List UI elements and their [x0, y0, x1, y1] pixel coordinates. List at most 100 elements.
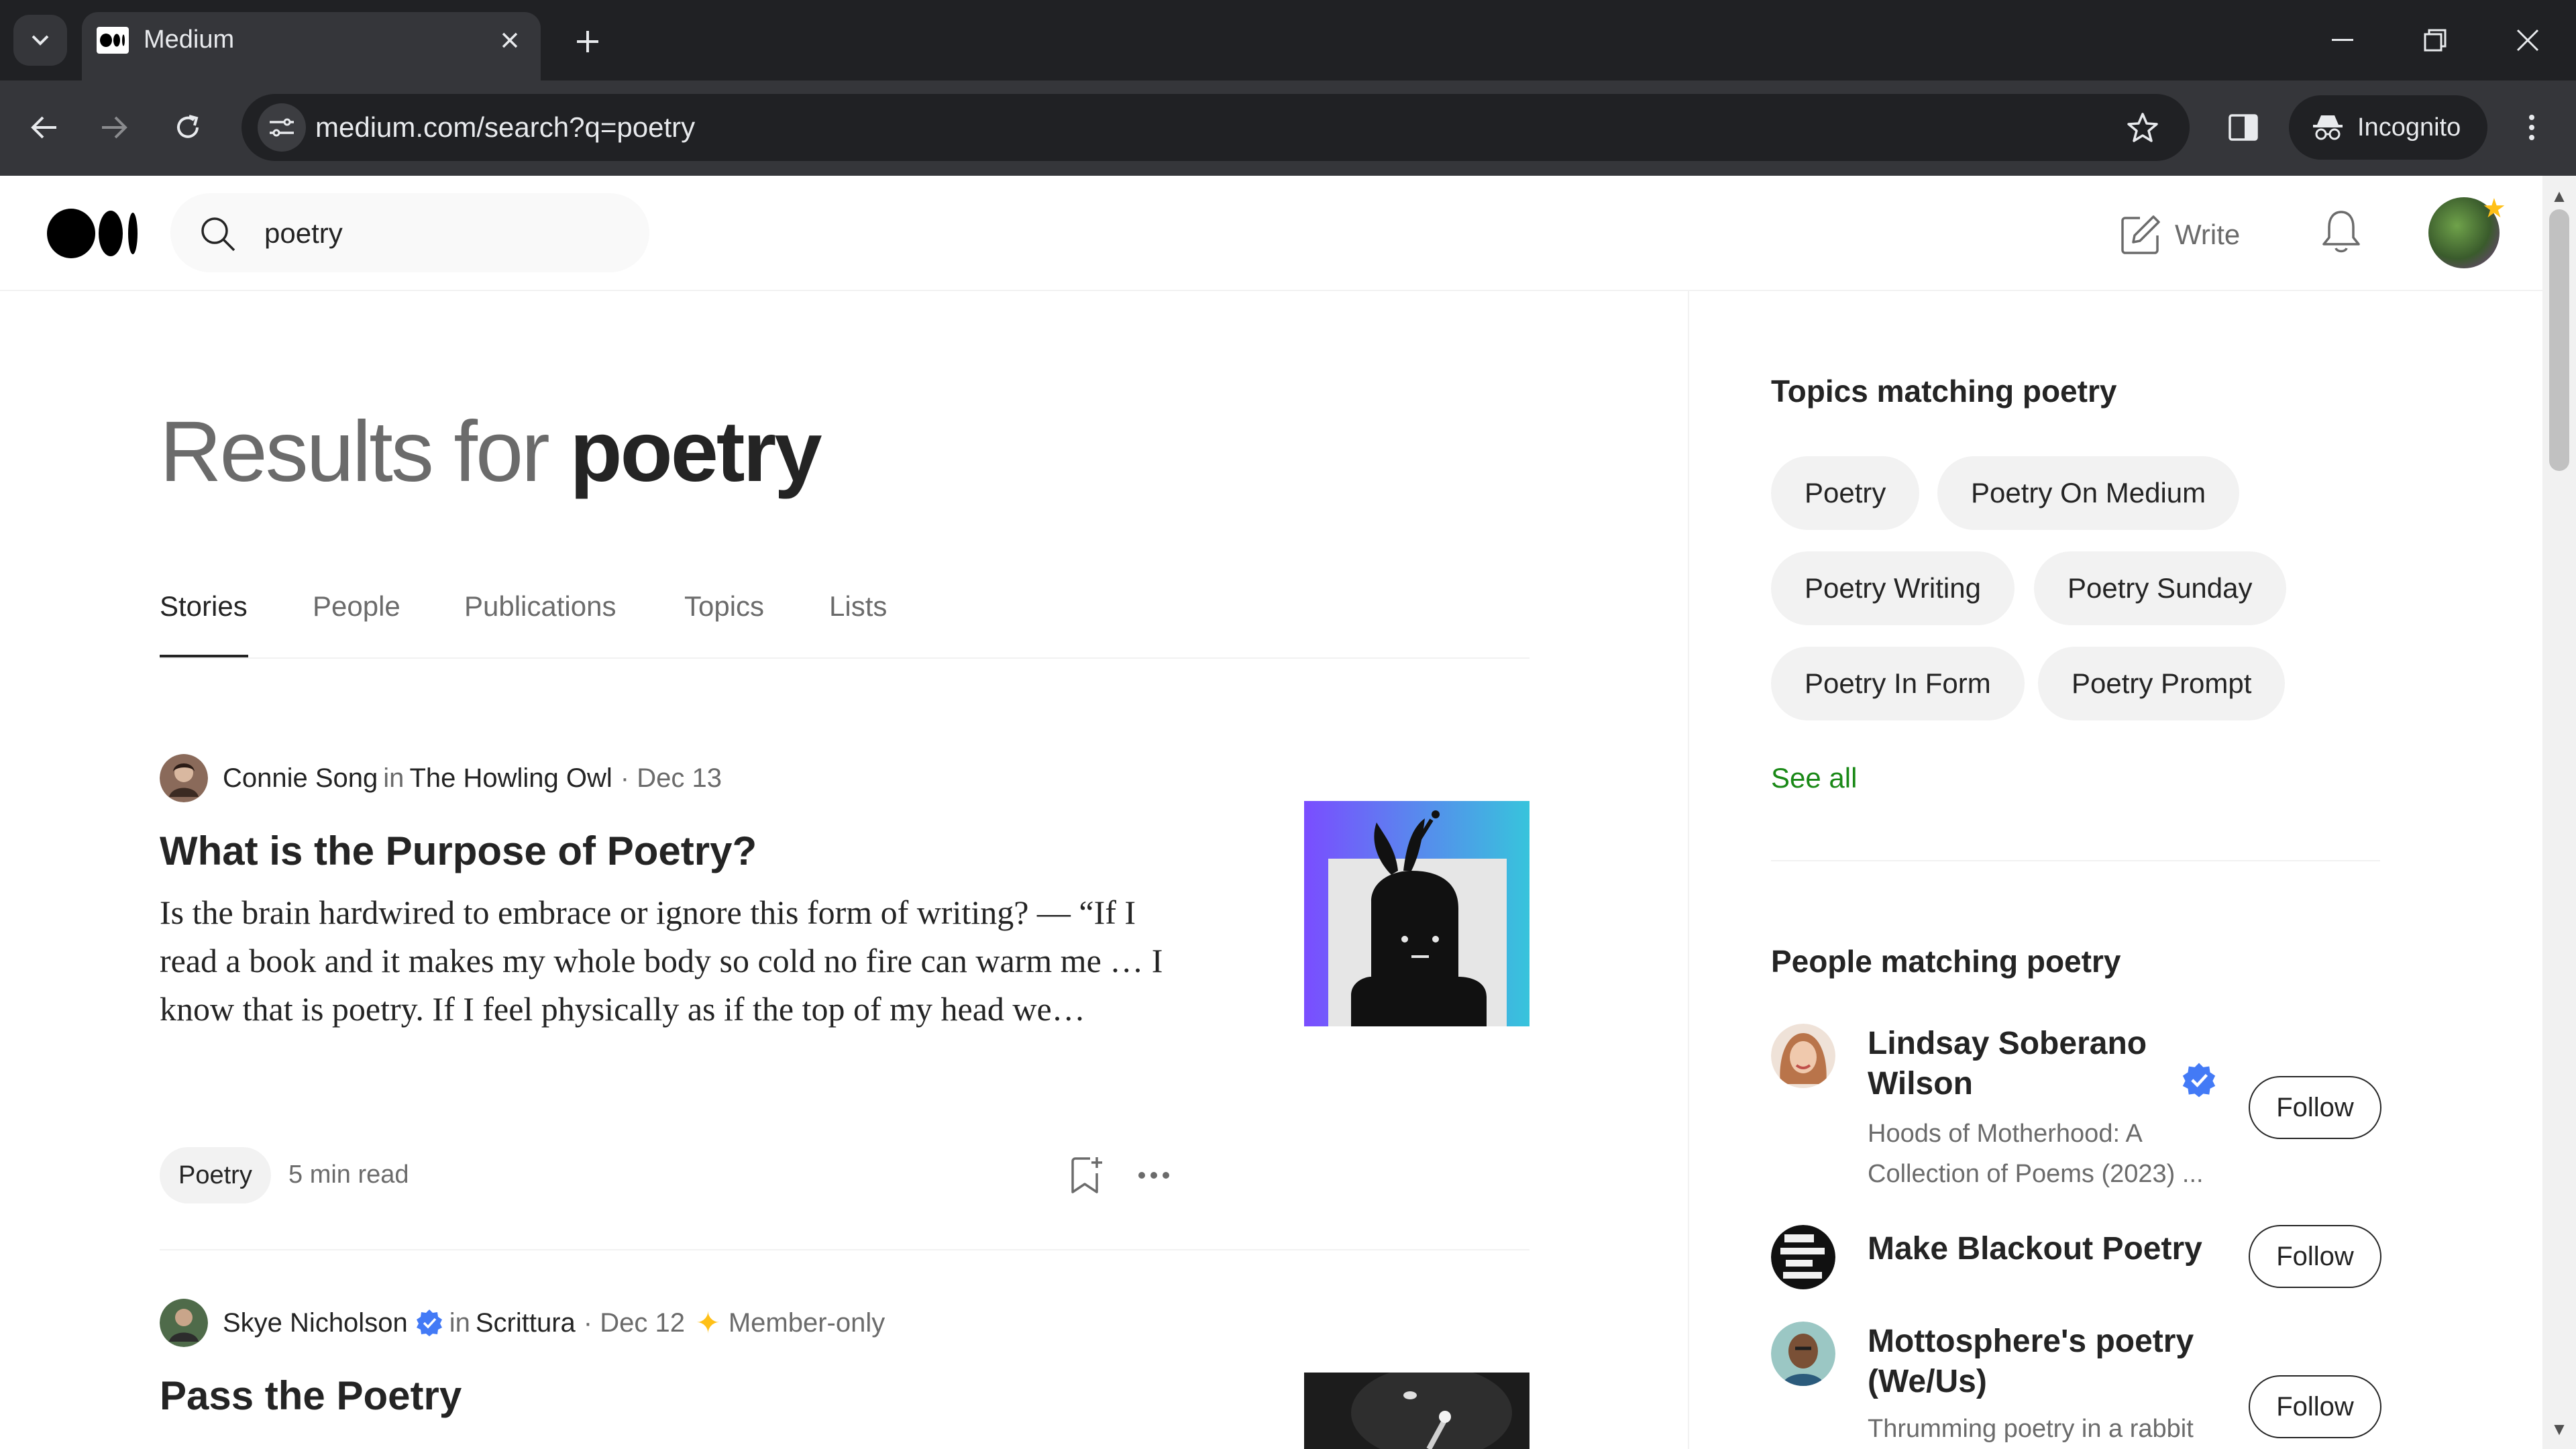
story-thumbnail[interactable] [1304, 1373, 1529, 1449]
story-meta: Connie Song in The Howling Owl · Dec 13 [160, 754, 722, 802]
story-title[interactable]: What is the Purpose of Poetry? [160, 828, 757, 874]
minimize-icon[interactable] [2316, 13, 2369, 67]
story-date: · Dec 12 [583, 1307, 685, 1338]
medium-header: Write ★ [0, 176, 2542, 291]
person-bio: Hoods of Motherhood: A Collection of Poe… [1868, 1120, 2204, 1188]
side-panel-icon[interactable] [2216, 101, 2270, 154]
incognito-label: Incognito [2357, 113, 2461, 142]
story-in-label: in [383, 763, 405, 793]
story-title[interactable]: Pass the Poetry [160, 1373, 462, 1419]
story-author[interactable]: Skye Nicholson [223, 1308, 408, 1338]
write-icon [2121, 215, 2160, 254]
story-divider [160, 1249, 1529, 1250]
back-arrow-icon[interactable] [17, 101, 71, 154]
story-meta: Skye Nicholson in Scrittura · Dec 12 ✦ M… [160, 1299, 885, 1347]
person-bio: Thrumming poetry in a rabbit [1868, 1415, 2194, 1443]
follow-button[interactable]: Follow [2249, 1076, 2381, 1139]
member-only-label: Member-only [728, 1307, 885, 1338]
member-only-star-icon: ✦ [695, 1306, 720, 1340]
follow-button[interactable]: Follow [2249, 1225, 2381, 1288]
page-scrollbar[interactable]: ▲ ▼ [2542, 176, 2576, 1449]
scroll-up-arrow-icon[interactable]: ▲ [2542, 182, 2576, 209]
author-avatar[interactable] [160, 754, 208, 802]
story-thumbnail[interactable] [1304, 801, 1529, 1026]
close-tab-icon[interactable] [494, 24, 526, 56]
write-button[interactable]: Write [2120, 208, 2240, 262]
follow-button[interactable]: Follow [2249, 1375, 2381, 1438]
topic-pill[interactable]: Poetry Writing [1771, 551, 2015, 625]
person-name[interactable]: Mottosphere's poetry (We/Us) [1868, 1322, 2243, 1402]
active-tab-indicator [160, 655, 248, 657]
story-tag[interactable]: Poetry [160, 1147, 271, 1203]
verified-badge-icon [2182, 1063, 2216, 1097]
person-name[interactable]: Make Blackout Poetry [1868, 1229, 2243, 1269]
person-avatar[interactable] [1771, 1024, 1835, 1088]
story-footer: Poetry 5 min read [160, 1147, 1179, 1203]
story-read-time: 5 min read [288, 1161, 409, 1189]
notifications-bell-icon[interactable] [2317, 207, 2365, 258]
more-options-icon[interactable] [1132, 1152, 1175, 1198]
incognito-icon [2313, 115, 2343, 140]
story-publication[interactable]: Scrittura [476, 1308, 576, 1338]
bookmark-star-icon[interactable] [2123, 107, 2163, 148]
story-snippet[interactable]: Is the brain hardwired to embrace or ign… [160, 888, 1193, 1033]
person-avatar[interactable] [1771, 1322, 1835, 1386]
story-card[interactable]: Skye Nicholson in Scrittura · Dec 12 ✦ M… [160, 1299, 1529, 1449]
person-item: Make Blackout Poetry Follow [1771, 1225, 2381, 1292]
site-info-icon[interactable] [258, 103, 306, 152]
topic-pill[interactable]: Poetry In Form [1771, 647, 2025, 720]
chevron-down-icon [32, 35, 49, 46]
story-author[interactable]: Connie Song [223, 763, 378, 794]
browser-tab[interactable]: Medium [82, 12, 541, 82]
restore-icon[interactable] [2408, 13, 2462, 67]
story-card[interactable]: Connie Song in The Howling Owl · Dec 13 … [160, 754, 1529, 1224]
incognito-indicator[interactable]: Incognito [2289, 95, 2487, 160]
topic-pill[interactable]: Poetry On Medium [1937, 456, 2240, 530]
tab-search-button[interactable] [13, 15, 67, 66]
browser-toolbar: medium.com/search?q=poetry Incognito [0, 80, 2576, 176]
person-item: Mottosphere's poetry (We/Us) Thrumming p… [1771, 1322, 2381, 1449]
member-star-icon: ★ [2482, 194, 2506, 223]
author-avatar[interactable] [160, 1299, 208, 1347]
results-heading-query: poetry [570, 404, 822, 500]
forward-arrow-icon[interactable] [87, 101, 141, 154]
results-tabs: Stories People Publications Topics Lists [160, 577, 1529, 659]
tab-topics[interactable]: Topics [684, 590, 764, 623]
search-input[interactable] [264, 213, 627, 254]
address-bar[interactable]: medium.com/search?q=poetry [241, 94, 2190, 161]
write-label: Write [2175, 219, 2241, 250]
tab-people[interactable]: People [313, 590, 400, 623]
verified-badge-icon [416, 1309, 442, 1336]
person-item: Lindsay Soberano Wilson Hoods of Motherh… [1771, 1024, 2381, 1198]
person-avatar[interactable] [1771, 1225, 1835, 1289]
save-bookmark-icon[interactable] [1065, 1152, 1108, 1198]
topic-pill[interactable]: Poetry Sunday [2034, 551, 2286, 625]
results-heading-prefix: Results for [160, 404, 550, 500]
tab-lists[interactable]: Lists [829, 590, 887, 623]
browser-tab-bar: Medium [0, 0, 2576, 82]
tab-title: Medium [144, 25, 235, 54]
search-box[interactable] [170, 193, 649, 272]
story-publication[interactable]: The Howling Owl [409, 763, 612, 794]
medium-favicon-icon [97, 27, 129, 54]
sidebar-divider [1688, 291, 1689, 1449]
medium-logo-icon[interactable] [47, 208, 141, 259]
story-date: · Dec 13 [620, 763, 722, 793]
tab-publications[interactable]: Publications [464, 590, 616, 623]
reload-icon[interactable] [161, 101, 215, 154]
topic-pill[interactable]: Poetry Prompt [2038, 647, 2286, 720]
scrollbar-thumb[interactable] [2549, 209, 2569, 471]
scroll-down-arrow-icon[interactable]: ▼ [2542, 1415, 2576, 1442]
new-tab-icon[interactable] [568, 21, 608, 62]
sidebar-separator [1771, 860, 2380, 861]
close-window-icon[interactable] [2501, 13, 2555, 67]
see-all-topics-link[interactable]: See all [1771, 762, 1857, 794]
tab-stories[interactable]: Stories [160, 590, 248, 623]
topics-heading: Topics matching poetry [1771, 374, 2117, 409]
results-heading: Results for poetry [160, 402, 822, 501]
people-heading: People matching poetry [1771, 944, 2121, 979]
url-text: medium.com/search?q=poetry [315, 111, 696, 143]
story-in-label: in [449, 1307, 470, 1338]
topic-pill[interactable]: Poetry [1771, 456, 1920, 530]
browser-menu-icon[interactable] [2505, 101, 2559, 154]
